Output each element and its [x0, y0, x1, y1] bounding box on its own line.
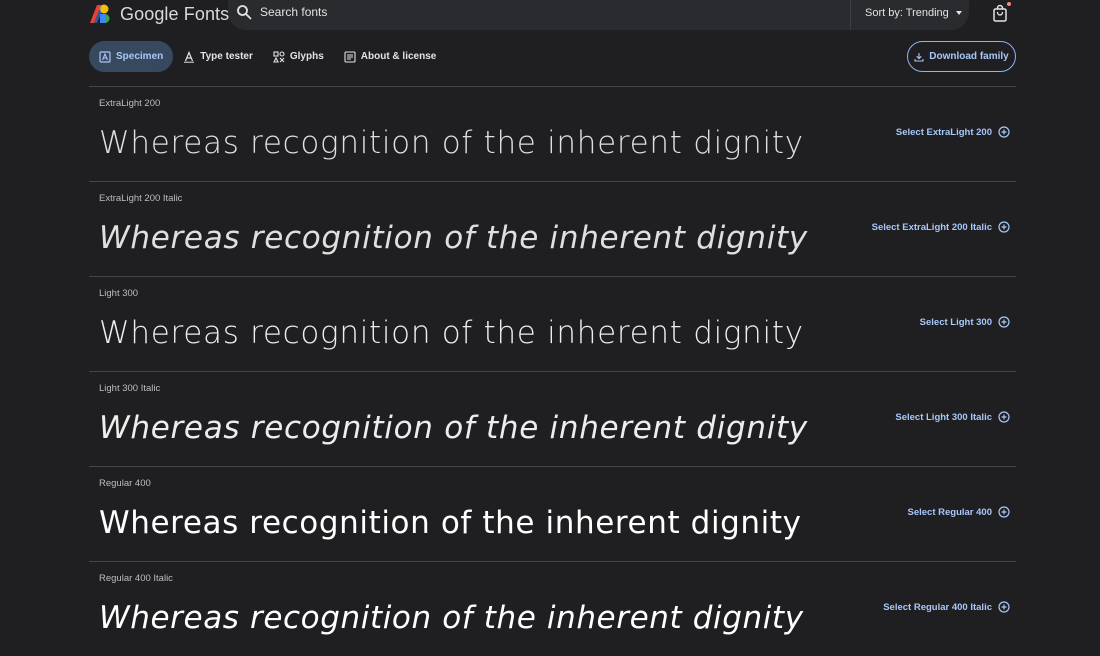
style-label: Regular 400	[99, 478, 151, 489]
style-row: Light 300 Whereas recognition of the inh…	[89, 276, 1016, 371]
specimen-tabs: Specimen Type tester Glyphs About & lice…	[89, 41, 446, 72]
add-circle-icon	[998, 316, 1010, 328]
add-circle-icon	[998, 221, 1010, 233]
select-style-button[interactable]: Select Light 300 Italic	[895, 411, 1010, 423]
search-icon[interactable]	[236, 4, 252, 20]
add-circle-icon	[998, 601, 1010, 613]
glyphs-icon	[272, 50, 285, 63]
sample-text: Whereas recognition of the inherent dign…	[99, 315, 804, 351]
select-style-label: Select ExtraLight 200	[895, 126, 992, 138]
sort-label: Sort by: Trending	[865, 7, 949, 19]
style-label: Regular 400 Italic	[99, 573, 173, 584]
notification-dot	[1007, 2, 1011, 6]
top-app-bar: Google Fonts Sort by: Trending	[0, 0, 1100, 30]
style-row: Light 300 Italic Whereas recognition of …	[89, 371, 1016, 466]
add-circle-icon	[998, 411, 1010, 423]
select-style-label: Select ExtraLight 200 Italic	[871, 221, 992, 233]
download-label: Download family	[929, 51, 1009, 62]
style-label: ExtraLight 200	[99, 98, 161, 109]
logo-text: Google Fonts	[120, 3, 230, 24]
sample-text: Whereas recognition of the inherent dign…	[99, 505, 802, 541]
style-row: ExtraLight 200 Italic Whereas recognitio…	[89, 181, 1016, 276]
google-fonts-logo-icon	[90, 4, 110, 23]
sample-text: Whereas recognition of the inherent dign…	[99, 220, 808, 256]
search-bar: Sort by: Trending	[228, 0, 969, 30]
style-row: Regular 400 Whereas recognition of the i…	[89, 466, 1016, 561]
tab-specimen[interactable]: Specimen	[89, 41, 174, 72]
select-style-label: Select Regular 400	[907, 506, 993, 518]
font-styles-list: ExtraLight 200 Whereas recognition of th…	[89, 86, 1016, 656]
tab-label: Specimen	[116, 51, 164, 62]
download-icon	[914, 52, 924, 62]
search-input[interactable]	[258, 2, 818, 22]
select-style-label: Select Light 300 Italic	[895, 411, 992, 423]
sample-text: Whereas recognition of the inherent dign…	[99, 600, 804, 636]
select-style-button[interactable]: Select Regular 400 Italic	[883, 601, 1010, 613]
tab-label: Type tester	[200, 51, 253, 62]
style-label: Light 300 Italic	[99, 383, 161, 394]
add-circle-icon	[998, 506, 1010, 518]
tab-type-tester[interactable]: Type tester	[173, 41, 263, 72]
shopping-bag-icon[interactable]	[992, 4, 1008, 22]
tab-label: About & license	[360, 51, 437, 62]
tab-glyphs[interactable]: Glyphs	[263, 41, 334, 72]
select-style-button[interactable]: Select ExtraLight 200	[896, 126, 1010, 138]
select-style-button[interactable]: Select ExtraLight 200 Italic	[872, 221, 1010, 233]
select-style-label: Select Light 300	[919, 316, 992, 328]
specimen-icon	[99, 50, 111, 63]
google-fonts-logo[interactable]: Google Fonts	[90, 0, 229, 28]
sort-dropdown[interactable]: Sort by: Trending	[865, 7, 962, 19]
add-circle-icon	[998, 126, 1010, 138]
type-tester-icon	[184, 50, 195, 63]
tab-label: Glyphs	[289, 51, 324, 62]
download-family-button[interactable]: Download family	[907, 41, 1016, 72]
sample-text: Whereas recognition of the inherent dign…	[99, 410, 808, 446]
select-style-label: Select Regular 400 Italic	[883, 601, 992, 613]
style-label: ExtraLight 200 Italic	[99, 193, 183, 204]
sample-text: Whereas recognition of the inherent dign…	[99, 125, 804, 161]
tab-about-license[interactable]: About & license	[334, 41, 447, 72]
about-icon	[344, 50, 356, 63]
caret-down-icon	[955, 11, 962, 15]
style-row: ExtraLight 200 Whereas recognition of th…	[89, 86, 1016, 181]
style-row: Regular 400 Italic Whereas recognition o…	[89, 561, 1016, 656]
search-divider	[850, 0, 851, 30]
style-label: Light 300	[99, 288, 139, 299]
select-style-button[interactable]: Select Light 300	[920, 316, 1010, 328]
select-style-button[interactable]: Select Regular 400	[908, 506, 1011, 518]
